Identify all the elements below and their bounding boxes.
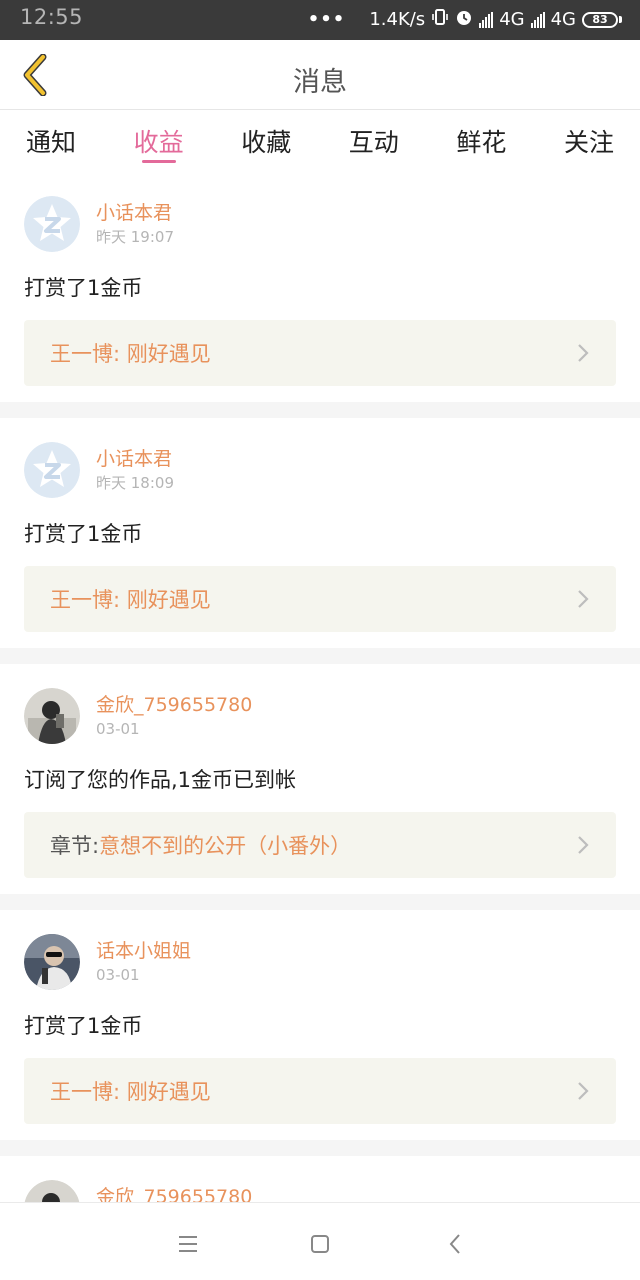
work-title: 王一博: 刚好遇见 [50,1080,211,1104]
user-name[interactable]: 金欣_759655780 [96,692,252,718]
page-title: 消息 [293,67,347,98]
chevron-right-icon [578,836,589,854]
tab-favorites[interactable]: 收藏 [241,111,291,169]
chevron-right-icon [578,590,589,608]
app-header: 消息 [0,40,640,110]
list-item: 小话本君 昨天 19:07 打赏了1金币 王一博: 刚好遇见 [0,172,640,402]
system-nav-bar [0,1202,640,1280]
signal-strength-icon [530,11,545,28]
tab-bar: 通知 收益 收藏 互动 鲜花 关注 [0,111,640,169]
home-button[interactable] [305,1229,335,1259]
network-type-1: 4G [499,9,525,30]
message-text: 打赏了1金币 [24,522,143,546]
user-photo-icon [24,1180,80,1202]
home-square-icon [311,1235,329,1253]
list-item: 话本小姐姐 03-01 打赏了1金币 王一博: 刚好遇见 [0,910,640,1140]
vibrate-icon [431,8,449,31]
more-notifications-icon: ••• [307,9,346,30]
user-name[interactable]: 小话本君 [96,446,174,472]
avatar[interactable] [24,688,80,744]
hd-signal-icon [479,11,494,28]
user-photo-icon [24,934,80,990]
tab-following[interactable]: 关注 [564,111,614,169]
timestamp: 03-01 [96,720,140,738]
work-link[interactable]: 王一博: 刚好遇见 [24,566,616,632]
list-item: 金欣_759655780 03-01 [0,1156,640,1202]
avatar[interactable] [24,934,80,990]
system-back-button[interactable] [440,1229,470,1259]
message-text: 打赏了1金币 [24,276,143,300]
list-item: 小话本君 昨天 18:09 打赏了1金币 王一博: 刚好遇见 [0,418,640,648]
menu-button[interactable] [173,1229,203,1259]
tab-interactions[interactable]: 互动 [349,111,399,169]
message-text: 订阅了您的作品,1金币已到帐 [24,768,297,792]
chapter-title: 意想不到的公开（小番外） [99,834,352,858]
battery-level: 83 [582,11,618,28]
timestamp: 昨天 18:09 [96,474,174,492]
status-bar: 12:55 ••• 1.4K/s 4G 4G 83 [0,0,640,40]
menu-icon [179,1236,197,1252]
timestamp: 昨天 19:07 [96,228,174,246]
avatar[interactable] [24,1180,80,1202]
default-avatar-logo-icon [24,196,80,252]
timestamp: 03-01 [96,966,140,984]
chapter-label: 章节: [50,834,100,858]
status-icons: ••• 1.4K/s 4G 4G 83 [308,8,622,31]
network-speed: 1.4K/s [369,9,426,30]
chevron-right-icon [578,1082,589,1100]
chapter-link[interactable]: 章节: 意想不到的公开（小番外） [24,812,616,878]
network-type-2: 4G [550,9,576,30]
work-link[interactable]: 王一博: 刚好遇见 [24,320,616,386]
avatar[interactable] [24,196,80,252]
user-name[interactable]: 金欣_759655780 [96,1184,252,1202]
message-text: 打赏了1金币 [24,1014,143,1038]
tab-notifications[interactable]: 通知 [26,111,76,169]
user-name[interactable]: 话本小姐姐 [96,938,191,964]
message-feed[interactable]: 小话本君 昨天 19:07 打赏了1金币 王一博: 刚好遇见 小话本君 昨天 1… [0,172,640,1202]
work-title: 王一博: 刚好遇见 [50,342,211,366]
work-link[interactable]: 王一博: 刚好遇见 [24,1058,616,1124]
clock: 12:55 [20,5,84,29]
list-item: 金欣_759655780 03-01 订阅了您的作品,1金币已到帐 章节: 意想… [0,664,640,894]
tab-earnings[interactable]: 收益 [134,111,184,169]
user-name[interactable]: 小话本君 [96,200,174,226]
default-avatar-logo-icon [24,442,80,498]
avatar[interactable] [24,442,80,498]
alarm-icon [455,8,473,31]
battery-icon: 83 [582,11,622,28]
user-photo-icon [24,688,80,744]
chevron-right-icon [578,344,589,362]
tab-flowers[interactable]: 鲜花 [456,111,506,169]
back-arrow-icon [449,1234,460,1254]
work-title: 王一博: 刚好遇见 [50,588,211,612]
